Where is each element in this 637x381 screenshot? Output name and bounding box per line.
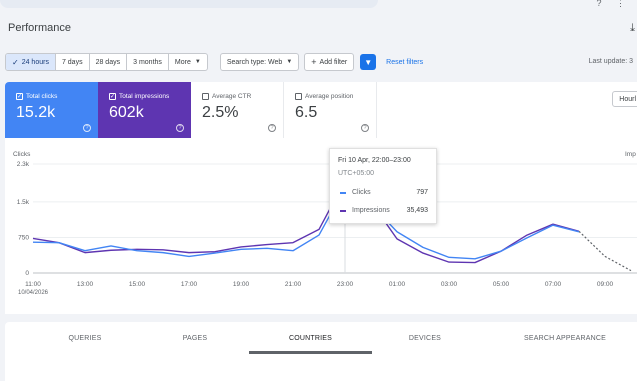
tooltip-title: Fri 10 Apr, 22:00–23:00 <box>338 157 411 164</box>
tab-queries[interactable]: QUERIES <box>25 322 145 354</box>
page-title: Performance <box>8 22 71 34</box>
series-swatch <box>340 209 346 212</box>
reset-filters-link[interactable]: Reset filters <box>386 59 423 66</box>
tab-pages[interactable]: PAGES <box>135 322 255 354</box>
tooltip-row-impressions: Impressions 35,493 <box>340 207 428 214</box>
x-tick-label: 07:00 <box>545 281 562 288</box>
tooltip-series-value: 35,493 <box>406 207 428 214</box>
metric-value: 602k <box>109 104 144 121</box>
range-more[interactable]: More ▼ <box>169 54 207 70</box>
y-tick-label: 2.3k <box>17 161 30 168</box>
range-label: 24 hours <box>21 58 49 66</box>
range-label: More <box>174 58 191 66</box>
range-label: 28 days <box>95 58 121 66</box>
tooltip-timezone: UTC+05:00 <box>338 170 374 177</box>
metric-total-impressions[interactable]: ✓ Total impressions 602k ? <box>98 82 191 138</box>
search-bar-edge[interactable] <box>0 0 378 8</box>
check-icon: ✓ <box>12 57 19 67</box>
range-3-months[interactable]: 3 months <box>127 54 169 70</box>
help-icon[interactable]: ? <box>176 124 184 132</box>
series-swatch <box>340 191 346 194</box>
filter-bar: ✓ 24 hours 7 days 28 days 3 months More ▼ … <box>5 53 423 71</box>
y-axis-label-right: Imp <box>625 151 636 158</box>
series-line-impressions <box>32 179 580 264</box>
active-tab-indicator <box>249 351 372 354</box>
filter-funnel-icon[interactable]: ▼ <box>360 54 377 70</box>
chart-tooltip: Fri 10 Apr, 22:00–23:00 UTC+05:00 Clicks… <box>329 148 437 224</box>
add-filter-button[interactable]: + Add filter <box>304 53 355 71</box>
performance-page: ? ⋮ Performance ⤓ ✓ 24 hours 7 days 28 da… <box>0 0 637 381</box>
plus-icon: + <box>311 57 317 67</box>
range-7-days[interactable]: 7 days <box>56 54 90 70</box>
metric-average-position[interactable]: Average position 6.5 ? <box>284 82 377 138</box>
checkbox-unchecked-icon[interactable] <box>202 93 209 100</box>
x-tick-label: 01:00 <box>389 281 406 288</box>
caret-down-icon: ▼ <box>286 59 293 65</box>
add-filter-label: Add filter <box>319 58 348 66</box>
y-axis-label-left: Clicks <box>13 151 31 158</box>
y-tick-label: 750 <box>18 234 29 241</box>
help-icon[interactable]: ? <box>361 124 369 132</box>
metric-label: Total impressions <box>119 93 170 100</box>
help-icon[interactable]: ? <box>83 124 91 132</box>
x-tick-label: 23:00 <box>337 281 354 288</box>
export-icon[interactable]: ⤓ <box>630 22 635 35</box>
range-label: 3 months <box>133 58 162 66</box>
last-update-text: Last update: 3 <box>588 58 633 65</box>
checkbox-checked-icon[interactable]: ✓ <box>109 93 116 100</box>
metric-average-ctr[interactable]: Average CTR 2.5% ? <box>191 82 284 138</box>
range-label: 7 days <box>61 58 83 66</box>
metric-value: 15.2k <box>16 104 56 121</box>
x-tick-label: 15:00 <box>129 281 146 288</box>
checkbox-checked-icon[interactable]: ✓ <box>16 93 23 100</box>
metric-label: Average position <box>305 93 354 100</box>
performance-chart-card: ✓ Total clicks 15.2k ? ✓ Total impressions… <box>5 82 637 314</box>
tooltip-series-name: Clicks <box>352 189 371 196</box>
x-tick-label: 21:00 <box>285 281 302 288</box>
header-icons: ? ⋮ <box>596 0 631 8</box>
help-icon[interactable]: ? <box>268 124 276 132</box>
y-tick-label: 0 <box>25 270 29 277</box>
x-tick-label: 19:00 <box>233 281 250 288</box>
x-tick-label: 05:00 <box>493 281 510 288</box>
tooltip-row-clicks: Clicks 797 <box>340 189 428 196</box>
metric-total-clicks[interactable]: ✓ Total clicks 15.2k ? <box>5 82 98 138</box>
x-tick-label: 03:00 <box>441 281 458 288</box>
tooltip-series-name: Impressions <box>352 207 390 214</box>
metric-label: Total clicks <box>26 93 58 100</box>
metric-value: 6.5 <box>295 104 318 121</box>
search-type-dropdown[interactable]: Search type: Web ▼ <box>219 53 300 71</box>
search-type-label: Search type: Web <box>226 58 283 66</box>
x-tick-label: 11:00 <box>25 281 41 288</box>
checkbox-unchecked-icon[interactable] <box>295 93 302 100</box>
granularity-dropdown[interactable]: Hourl <box>612 91 637 107</box>
y-tick-label: 1.5k <box>17 199 30 206</box>
performance-line-chart: Clicks Imp 2.3k 1.5k 750 0 11:00 13:00 15:00 17:0… <box>13 151 637 296</box>
tab-devices[interactable]: DEVICES <box>365 322 485 354</box>
metric-value: 2.5% <box>202 104 239 121</box>
x-tick-label: 09:00 <box>597 281 614 288</box>
x-tick-label: 17:00 <box>181 281 198 288</box>
tooltip-series-value: 797 <box>416 189 428 196</box>
dimension-tabs: QUERIES PAGES COUNTRIES DEVICES SEARCH A… <box>5 322 637 381</box>
range-28-days[interactable]: 28 days <box>90 54 128 70</box>
x-date-label: 10/04/2026 <box>18 290 49 296</box>
date-range-selector: ✓ 24 hours 7 days 28 days 3 months More ▼ <box>5 53 208 71</box>
x-tick-label: 13:00 <box>77 281 94 288</box>
tab-search-appearance[interactable]: SEARCH APPEARANCE <box>500 322 630 354</box>
caret-down-icon: ▼ <box>194 59 201 65</box>
metric-label: Average CTR <box>212 93 252 100</box>
range-24-hours[interactable]: ✓ 24 hours <box>6 54 56 70</box>
series-line-clicks <box>32 186 580 260</box>
tab-countries[interactable]: COUNTRIES <box>249 322 372 354</box>
